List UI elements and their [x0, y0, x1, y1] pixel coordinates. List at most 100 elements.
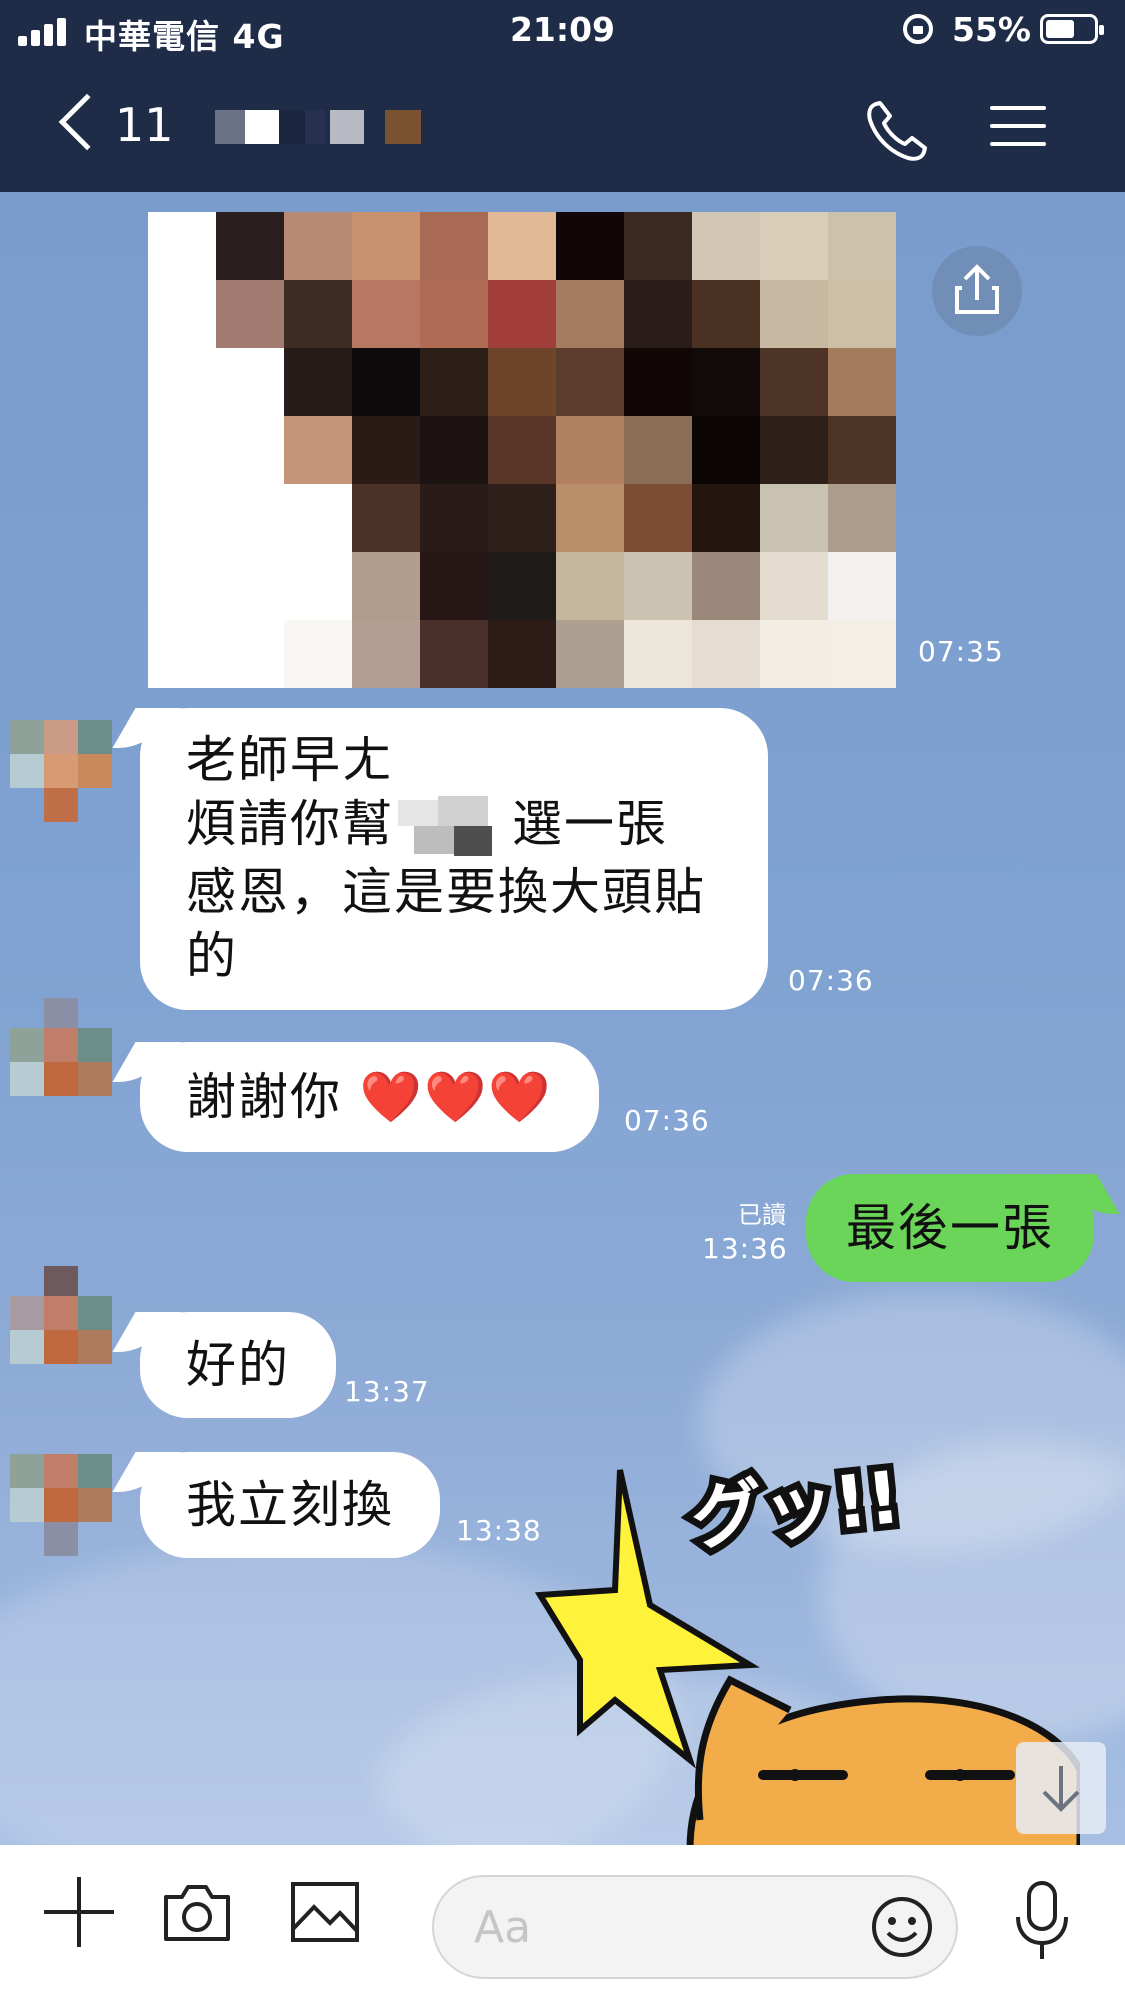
- photo-pixel: [284, 416, 352, 484]
- photo-pixel: [692, 280, 760, 348]
- heart-emoji: ❤️❤️❤️: [359, 1068, 553, 1126]
- photo-pixel: [760, 484, 828, 552]
- message-bubble[interactable]: 謝謝你 ❤️❤️❤️: [140, 1042, 599, 1152]
- message-bubble[interactable]: 我立刻換: [140, 1452, 440, 1558]
- photo-pixel: [284, 484, 352, 552]
- photo-pixel: [828, 552, 896, 620]
- photo-pixel: [828, 484, 896, 552]
- avatar[interactable]: [10, 1266, 114, 1400]
- photo-pixel: [148, 552, 216, 620]
- contact-name-redacted: [215, 110, 425, 146]
- photo-pixel: [420, 348, 488, 416]
- photo-pixel: [488, 416, 556, 484]
- photo-pixel: [556, 484, 624, 552]
- avatar[interactable]: [10, 998, 114, 1132]
- photo-pixel: [760, 416, 828, 484]
- photo-pixel: [556, 620, 624, 688]
- photo-pixel: [556, 416, 624, 484]
- photo-pixel: [760, 348, 828, 416]
- message-timestamp: 13:36: [702, 1232, 788, 1265]
- photo-pixel: [828, 280, 896, 348]
- message-bubble[interactable]: 好的: [140, 1312, 336, 1418]
- back-button[interactable]: 11: [55, 92, 175, 156]
- photo-pixel: [352, 552, 420, 620]
- menu-icon: [990, 106, 1046, 110]
- message-bubble[interactable]: 老師早ㄤ 煩請你幫 選一張 感恩，這是要換大頭貼 的: [140, 708, 768, 1010]
- emoji-icon: [872, 1897, 932, 1957]
- avatar[interactable]: [10, 1454, 114, 1558]
- photo-pixel: [488, 348, 556, 416]
- photo-pixel: [284, 280, 352, 348]
- photo-pixel: [692, 484, 760, 552]
- plus-icon[interactable]: [44, 1877, 114, 1947]
- share-button[interactable]: [932, 246, 1022, 336]
- menu-button[interactable]: [990, 106, 1046, 150]
- redacted-name: [394, 795, 512, 860]
- photo-pixel: [692, 212, 760, 280]
- photo-pixel: [556, 212, 624, 280]
- emoji-button[interactable]: [870, 1895, 934, 1959]
- photo-pixel: [556, 348, 624, 416]
- photo-pixel: [760, 620, 828, 688]
- photo-pixel: [420, 280, 488, 348]
- photo-pixel: [488, 620, 556, 688]
- scroll-to-bottom-button[interactable]: [1016, 1742, 1106, 1834]
- photo-pixel: [760, 280, 828, 348]
- status-bar: 中華電信 4G 21:09 55%: [0, 0, 1125, 60]
- photo-pixel: [488, 552, 556, 620]
- avatar[interactable]: [10, 720, 114, 824]
- photo-pixel: [624, 280, 692, 348]
- sticker[interactable]: グッ!!: [520, 1430, 1084, 1854]
- photo-pixel: [624, 348, 692, 416]
- photo-pixel: [216, 416, 284, 484]
- photo-pixel: [216, 552, 284, 620]
- microphone-button[interactable]: [1010, 1879, 1074, 1963]
- microphone-icon: [1016, 1881, 1068, 1959]
- photo-pixel: [692, 348, 760, 416]
- photo-pixel: [148, 484, 216, 552]
- photo-pixel: [352, 348, 420, 416]
- photo-pixel: [624, 552, 692, 620]
- camera-button[interactable]: [160, 1877, 234, 1947]
- battery-percent: 55%: [952, 10, 1031, 49]
- photo-pixel: [692, 552, 760, 620]
- photo-pixel: [284, 552, 352, 620]
- photo-pixel: [352, 280, 420, 348]
- photo-pixel: [420, 212, 488, 280]
- photo-pixel: [624, 484, 692, 552]
- photo-pixel: [828, 212, 896, 280]
- message-timestamp: 07:35: [918, 635, 1004, 668]
- message-timestamp: 07:36: [624, 1104, 710, 1137]
- photo-pixel: [420, 552, 488, 620]
- share-icon: [955, 264, 999, 314]
- photo-pixel: [148, 620, 216, 688]
- photo-pixel: [420, 484, 488, 552]
- phone-icon: [867, 101, 927, 161]
- image-icon: [291, 1882, 359, 1942]
- back-chevron-icon: [58, 93, 116, 151]
- photo-pixel: [216, 484, 284, 552]
- photo-pixel: [216, 212, 284, 280]
- photo-pixel: [216, 280, 284, 348]
- rotation-lock-icon: [903, 14, 933, 44]
- photo-pixel: [284, 348, 352, 416]
- photo-pixel: [828, 416, 896, 484]
- photo-pixel: [420, 416, 488, 484]
- message-bubble-sent[interactable]: 最後一張: [806, 1174, 1094, 1282]
- photo-pixel: [624, 620, 692, 688]
- photo-pixel: [556, 280, 624, 348]
- photo-pixel: [488, 484, 556, 552]
- call-button[interactable]: [862, 96, 932, 166]
- photo-message[interactable]: [148, 212, 896, 688]
- photo-pixel: [420, 620, 488, 688]
- photo-pixel: [284, 620, 352, 688]
- photo-pixel: [760, 552, 828, 620]
- photo-pixel: [352, 416, 420, 484]
- photo-pixel: [148, 212, 216, 280]
- photo-pixel: [284, 212, 352, 280]
- photo-pixel: [488, 280, 556, 348]
- photo-pixel: [624, 416, 692, 484]
- photo-pixel: [760, 212, 828, 280]
- image-button[interactable]: [290, 1879, 360, 1945]
- photo-pixel: [216, 348, 284, 416]
